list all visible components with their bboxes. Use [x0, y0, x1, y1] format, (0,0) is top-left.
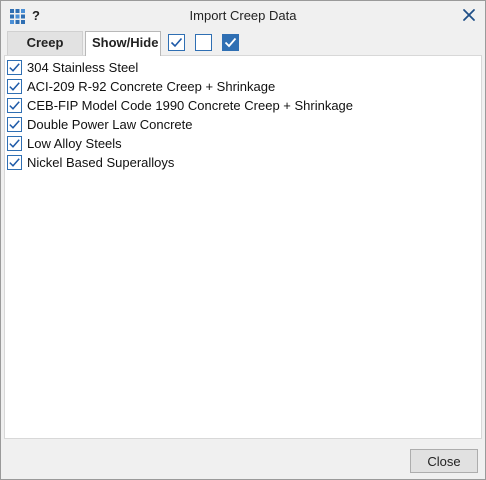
checkbox-checked-icon[interactable] — [7, 79, 22, 94]
list-item[interactable]: ACI-209 R-92 Concrete Creep + Shrinkage — [7, 77, 353, 96]
checkbox-checked-icon[interactable] — [7, 98, 22, 113]
tab-show-hide[interactable]: Show/Hide — [85, 31, 161, 56]
list-item-label: Low Alloy Steels — [27, 136, 122, 151]
tab-creep-data[interactable]: Creep Data — [7, 31, 83, 72]
list-item[interactable]: Double Power Law Concrete — [7, 115, 353, 134]
tab-strip: Creep Data Show/Hide — [1, 31, 485, 72]
help-button[interactable]: ? — [32, 8, 40, 24]
window-title: Import Creep Data — [189, 8, 297, 23]
import-creep-data-dialog: ? Import Creep Data Creep Data Show/Hide — [0, 0, 486, 480]
list-item-label: ACI-209 R-92 Concrete Creep + Shrinkage — [27, 79, 276, 94]
checkbox-checked-icon[interactable] — [7, 155, 22, 170]
list-item-label: Double Power Law Concrete — [27, 117, 193, 132]
check-all-icon[interactable] — [168, 34, 185, 51]
close-button[interactable]: Close — [410, 449, 478, 473]
list-item[interactable]: CEB-FIP Model Code 1990 Concrete Creep +… — [7, 96, 353, 115]
list-item[interactable]: Nickel Based Superalloys — [7, 153, 353, 172]
material-list: 304 Stainless Steel ACI-209 R-92 Concret… — [7, 58, 353, 172]
checkbox-checked-icon[interactable] — [7, 117, 22, 132]
list-item-label: 304 Stainless Steel — [27, 60, 139, 75]
list-item-label: Nickel Based Superalloys — [27, 155, 175, 170]
title-bar: ? Import Creep Data — [1, 1, 485, 31]
checkbox-checked-icon[interactable] — [7, 136, 22, 151]
list-item-label: CEB-FIP Model Code 1990 Concrete Creep +… — [27, 98, 354, 113]
app-grid-icon — [10, 9, 25, 24]
checkbox-checked-icon[interactable] — [7, 60, 22, 75]
list-item[interactable]: Low Alloy Steels — [7, 134, 353, 153]
show-hide-panel: 304 Stainless Steel ACI-209 R-92 Concret… — [4, 55, 482, 439]
checked-box-filled-icon[interactable] — [222, 34, 239, 51]
uncheck-all-icon[interactable] — [195, 34, 212, 51]
close-icon[interactable] — [461, 7, 477, 23]
list-item[interactable]: 304 Stainless Steel — [7, 58, 353, 77]
